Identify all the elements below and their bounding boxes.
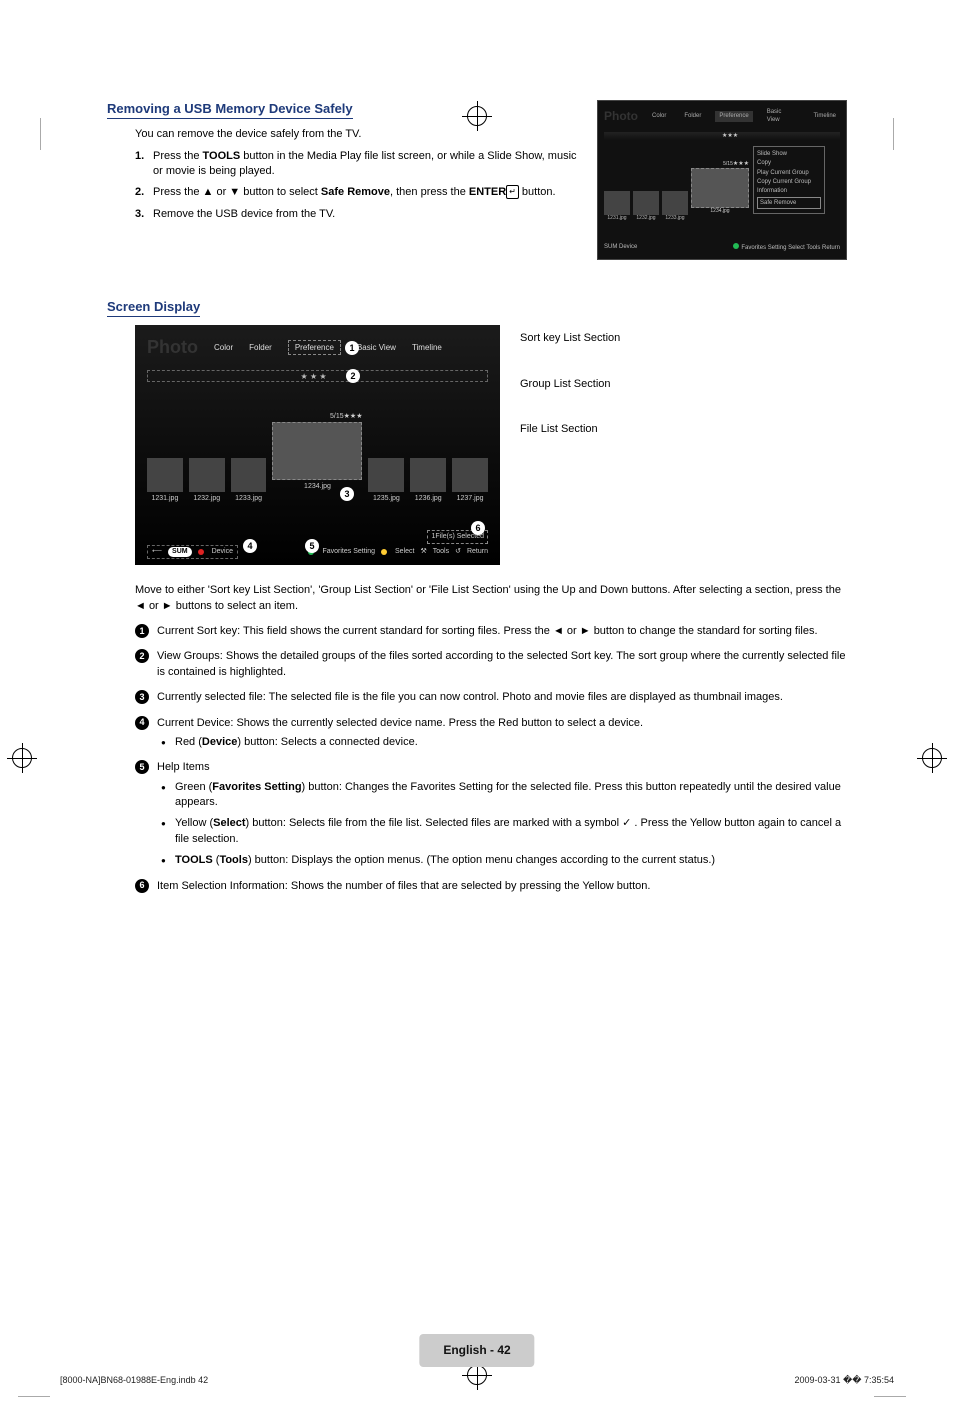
heading-usb-remove: Removing a USB Memory Device Safely [107, 100, 353, 119]
thumb: 1236.jpg [410, 458, 446, 492]
item-5: 5Help Items [135, 760, 847, 775]
registration-mark [12, 748, 32, 768]
label-group-list: Group List Section [520, 377, 620, 392]
registration-mark [467, 1365, 487, 1385]
item-3: 3Currently selected file: The selected f… [135, 690, 847, 705]
item-6: 6Item Selection Information: Shows the n… [135, 879, 847, 894]
thumb: 1233.jpg [231, 458, 267, 492]
label-file-list: File List Section [520, 422, 620, 437]
tv-selected-thumb [691, 168, 749, 208]
tv-context-menu: Slide Show Copy Play Current Group Copy … [753, 146, 825, 214]
callout-3: 3 [340, 487, 354, 501]
crop-mark [40, 118, 41, 150]
label-sort-key: Sort key List Section [520, 331, 620, 346]
intro-paragraph: Move to either 'Sort key List Section', … [135, 583, 847, 614]
return-icon: ↺ [455, 547, 461, 557]
item-1: 1Current Sort key: This field shows the … [135, 624, 847, 639]
thumb-selected [272, 422, 362, 480]
enter-icon: ↵ [506, 185, 519, 198]
tv-screenshot-small: Photo Color Folder Preference Basic View… [597, 100, 847, 260]
section-screen-display: Screen Display Photo Color Folder Prefer… [107, 298, 847, 894]
usb-icon: ⟵ [152, 547, 162, 557]
item-4-bullets: Red (Device) button: Selects a connected… [161, 735, 847, 750]
step-3: 3. Remove the USB device from the TV. [135, 207, 585, 222]
thumb: 1232.jpg [189, 458, 225, 492]
tv-footer-right: Favorites Setting Select Tools Return [741, 245, 840, 251]
heading-screen-display: Screen Display [107, 298, 200, 317]
crop-mark [893, 118, 894, 150]
crop-mark [18, 1396, 50, 1397]
tv-photo-title: Photo [604, 108, 638, 125]
registration-mark [922, 748, 942, 768]
thumb: 1231.jpg [147, 458, 183, 492]
thumb: 1237.jpg [452, 458, 488, 492]
item-4: 4Current Device: Shows the currently sel… [135, 716, 847, 731]
page-number-badge: English - 42 [419, 1334, 534, 1367]
thumb: 1235.jpg [368, 458, 404, 492]
step-1: 1. Press the TOOLS button in the Media P… [135, 149, 585, 180]
tv-screenshot-large: Photo Color Folder Preference Basic View… [135, 325, 500, 565]
item-5-bullets: Green (Favorites Setting) button: Change… [161, 780, 847, 869]
footer-left: [8000-NA]BN68-01988E-Eng.indb 42 [60, 1374, 208, 1387]
item-2: 2View Groups: Shows the detailed groups … [135, 649, 847, 680]
crop-mark [874, 1396, 906, 1397]
tools-icon: ⚒ [420, 547, 426, 557]
registration-mark [467, 106, 487, 126]
step-2: 2. Press the ▲ or ▼ button to select Saf… [135, 185, 585, 200]
section-labels: Sort key List Section Group List Section… [520, 331, 620, 565]
footer-right: 2009-03-31 �� 7:35:54 [794, 1374, 894, 1387]
